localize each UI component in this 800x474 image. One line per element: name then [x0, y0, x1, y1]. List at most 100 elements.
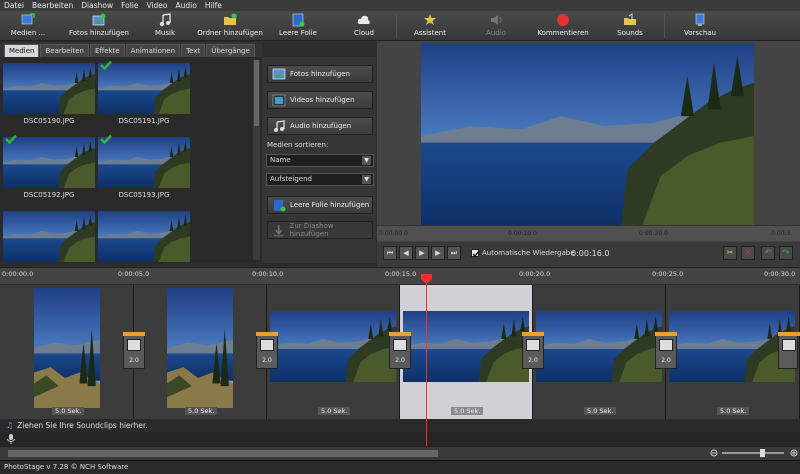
menu-diashow[interactable]: Diashow	[77, 0, 117, 11]
timeline-zoom-slider[interactable]	[710, 448, 800, 458]
transition-flag	[655, 332, 677, 336]
media-item[interactable]	[3, 208, 95, 263]
clip-thumbnail	[34, 288, 100, 408]
transition-duration: 2.0	[661, 357, 671, 364]
timeline-ruler[interactable]: 0:00:00.0 0:00:05.0 0:00:10.0 0:00:15.0 …	[0, 267, 800, 284]
autoplay-checkbox[interactable]	[471, 249, 480, 257]
toolbar-sounds-button[interactable]: Sounds	[612, 11, 648, 41]
media-item[interactable]: DSC05192.JPG	[3, 134, 95, 199]
media-item[interactable]	[98, 208, 190, 263]
tab-medien[interactable]: Medien	[4, 44, 40, 57]
timeline-scrollbar-thumb[interactable]	[8, 450, 438, 457]
delete-button[interactable]: ✕	[741, 246, 755, 260]
step-forward-button[interactable]: ▶	[431, 246, 445, 260]
photo-add-icon	[92, 13, 106, 26]
menu-datei[interactable]: Datei	[0, 0, 28, 11]
step-back-button[interactable]: ◀	[399, 246, 413, 260]
split-button[interactable]: ✂	[723, 246, 737, 260]
microphone-icon	[6, 434, 16, 444]
current-time: 0:00:16.0	[571, 249, 610, 258]
voice-track[interactable]	[0, 432, 800, 446]
playhead-handle-icon[interactable]	[421, 274, 432, 284]
add-photos-button[interactable]: Fotos hinzufügen	[267, 65, 373, 83]
timeline-clip[interactable]: 5.0 Sek.	[0, 285, 134, 419]
preview-icon	[695, 13, 705, 26]
tab-bearbeiten[interactable]: Bearbeiten	[40, 44, 89, 57]
toolbar-separator	[664, 14, 665, 38]
clip-thumbnail	[536, 311, 662, 382]
timeline-clip[interactable]: 5.0 Sek.	[134, 285, 267, 419]
skip-start-icon: ⏮	[386, 249, 394, 257]
media-item[interactable]: DSC05191.JPG	[98, 60, 190, 125]
add-videos-button[interactable]: Videos hinzufügen	[267, 91, 373, 109]
toolbar-add-folder-button[interactable]: Ordner hinzufügen	[197, 11, 263, 41]
transition-marker[interactable]: 2.0	[256, 332, 278, 369]
timeline-clip[interactable]: 5.0 Sek.	[267, 285, 400, 419]
toolbar-music-button[interactable]: Musik	[150, 11, 180, 41]
clip-thumbnail	[403, 311, 529, 382]
toolbar-audio-button[interactable]: Audio	[478, 11, 514, 41]
audio-track[interactable]: ♫ Ziehen Sie Ihre Soundclips hierher.	[0, 419, 800, 432]
transition-flag	[778, 332, 800, 336]
add-to-slideshow-button[interactable]: Zur Diashow hinzufügen	[267, 221, 373, 239]
transition-icon	[393, 339, 407, 351]
sort-order-select[interactable]: Aufsteigend ▼	[266, 173, 374, 186]
timeline-scrollbar[interactable]	[0, 446, 800, 460]
menu-hilfe[interactable]: Hilfe	[201, 0, 226, 11]
add-blank-slide-button[interactable]: Leere Folie hinzufügen	[267, 196, 373, 214]
toolbar-wizard-button[interactable]: Assistent	[410, 11, 450, 41]
transition-marker[interactable]: 2.0	[522, 332, 544, 369]
media-item[interactable]: DSC05193.JPG	[98, 134, 190, 199]
transition-marker[interactable]	[778, 332, 800, 369]
timeline-clip[interactable]: 5.0 Sek.	[533, 285, 666, 419]
transition-marker[interactable]: 2.0	[389, 332, 411, 369]
tab-uebergaenge[interactable]: Übergänge	[206, 44, 255, 57]
skip-end-button[interactable]: ⏭	[447, 246, 461, 260]
toolbar-comment-button[interactable]: Kommentieren	[537, 11, 589, 41]
toolbar-add-photos-button[interactable]: Fotos hinzufügen	[64, 11, 134, 41]
media-filename: DSC05191.JPG	[118, 117, 170, 125]
blank-slide-icon	[292, 13, 305, 27]
photo-icon	[272, 68, 286, 79]
playhead-line[interactable]	[426, 277, 427, 452]
transition-marker[interactable]: 2.0	[655, 332, 677, 369]
toolbar-media-button[interactable]: Medien ...	[8, 11, 48, 41]
toolbar-wizard-label: Assistent	[414, 29, 446, 37]
preview-ruler[interactable]: 0:00:00.0 0:00:10.0 0:00:20.0 0:00:3	[377, 225, 800, 241]
media-item[interactable]: DSC05190.JPG	[3, 60, 95, 125]
play-button[interactable]: ▶	[415, 246, 429, 260]
preview-image	[421, 43, 754, 229]
toolbar-blank-slide-button[interactable]: Leere Folie	[278, 11, 318, 41]
media-scrollbar[interactable]	[253, 60, 260, 260]
menu-bearbeiten[interactable]: Bearbeiten	[28, 0, 77, 11]
skip-start-button[interactable]: ⏮	[383, 246, 397, 260]
timeline-clip-selected[interactable]: 5.0 Sek.	[400, 285, 533, 419]
redo-button[interactable]: ↷	[779, 246, 793, 260]
tab-animationen[interactable]: Animationen	[125, 44, 181, 57]
menu-bar: Datei Bearbeiten Diashow Folie Video Aud…	[0, 0, 800, 11]
media-scrollbar-thumb[interactable]	[254, 60, 259, 126]
timeline-ruler-tick: 0:00:25.0	[652, 270, 684, 278]
undo-icon: ↶	[764, 248, 772, 257]
preview-ruler-tick: 0:00:20.0	[639, 230, 668, 237]
undo-button[interactable]: ↶	[761, 246, 775, 260]
tab-effekte[interactable]: Effekte	[89, 44, 125, 57]
add-audio-button[interactable]: Audio hinzufügen	[267, 117, 373, 135]
step-back-icon: ◀	[403, 249, 409, 257]
transition-marker[interactable]: 2.0	[123, 332, 145, 369]
chevron-down-icon: ▼	[362, 175, 371, 184]
arrow-down-icon	[273, 224, 284, 236]
menu-folie[interactable]: Folie	[117, 0, 142, 11]
transition-icon	[526, 339, 540, 351]
audio-icon	[491, 15, 502, 25]
menu-audio[interactable]: Audio	[172, 0, 201, 11]
sort-by-select[interactable]: Name ▼	[266, 154, 374, 167]
toolbar-cloud-button[interactable]: Cloud	[346, 11, 382, 41]
toolbar-cloud-label: Cloud	[354, 29, 374, 37]
tab-text[interactable]: Text	[181, 44, 206, 57]
sort-by-value: Name	[270, 156, 291, 164]
menu-video[interactable]: Video	[143, 0, 172, 11]
media-library: DSC05190.JPG DSC05191.JPG DSC05192.JPG D…	[0, 57, 262, 263]
autoplay-label: Automatische Wiedergabe	[482, 249, 575, 257]
toolbar-preview-button[interactable]: Vorschau	[682, 11, 718, 41]
